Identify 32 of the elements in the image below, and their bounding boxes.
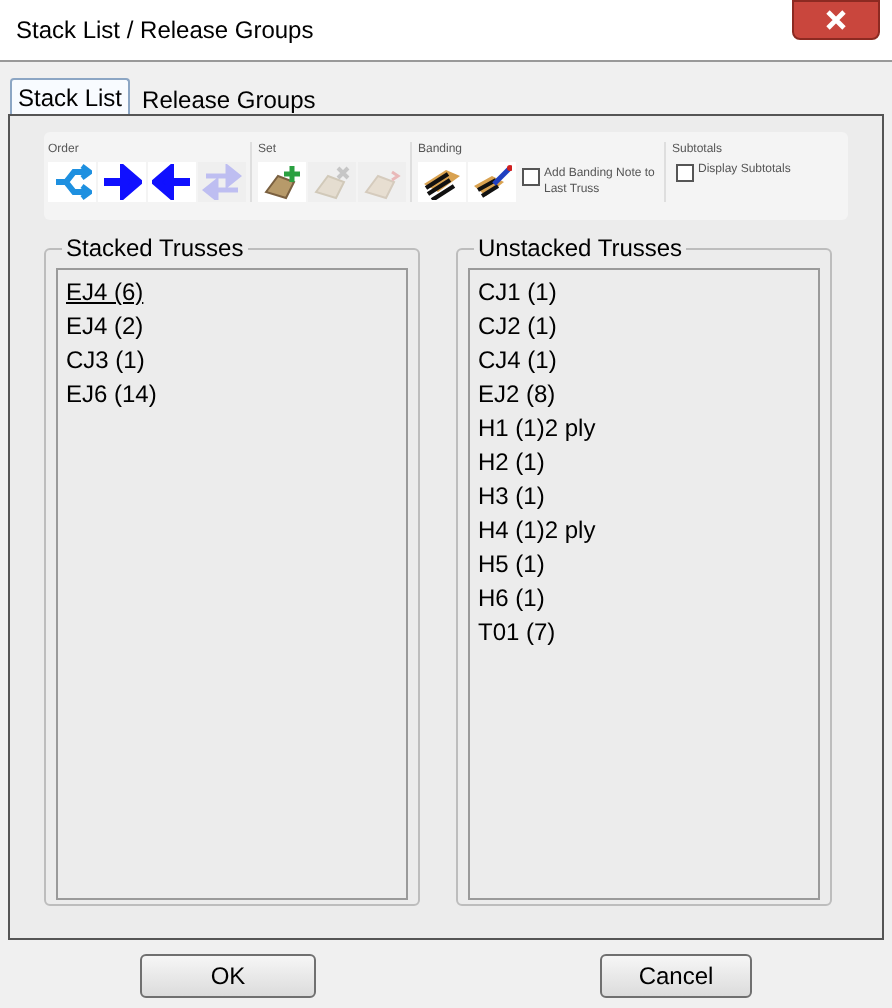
list-item[interactable]: EJ6 (14) (66, 378, 157, 412)
checkbox[interactable] (676, 164, 694, 182)
list-item[interactable]: CJ3 (1) (66, 344, 145, 378)
list-item[interactable]: H3 (1) (478, 480, 545, 514)
tab[interactable]: Stack List (10, 78, 131, 114)
close-button[interactable] (792, 0, 880, 40)
dialog-button[interactable]: OK (140, 954, 316, 998)
dialog-button[interactable]: Cancel (600, 954, 752, 998)
group-title: Stacked Trusses (62, 234, 248, 262)
list-item[interactable]: CJ1 (1) (478, 276, 557, 310)
swap-icon (202, 164, 242, 200)
close-icon (824, 10, 848, 30)
list-item[interactable]: H6 (1) (478, 582, 545, 616)
list-item[interactable]: EJ2 (8) (478, 378, 556, 412)
window-title: Stack List / Release Groups (16, 14, 314, 48)
tool-button[interactable] (98, 162, 146, 202)
list-item[interactable]: CJ4 (1) (478, 344, 557, 378)
list-item[interactable]: H5 (1) (478, 548, 545, 582)
tool-button[interactable] (468, 162, 516, 202)
tab[interactable]: Release Groups (130, 82, 328, 114)
list-item[interactable]: H1 (1)2 ply (478, 412, 596, 446)
group-title: Unstacked Trusses (474, 234, 687, 262)
merge-icon (52, 164, 92, 200)
tool-button[interactable] (418, 162, 466, 202)
list-item[interactable]: T01 (7) (478, 616, 556, 650)
list-item[interactable]: EJ4 (6) (66, 276, 144, 310)
list-item[interactable]: CJ2 (1) (478, 310, 557, 344)
list-item[interactable]: H4 (1)2 ply (478, 514, 596, 548)
checkbox[interactable] (522, 168, 540, 186)
list-item[interactable]: H2 (1) (478, 446, 545, 480)
list-item[interactable]: EJ4 (2) (66, 310, 144, 344)
tool-button[interactable] (148, 162, 196, 202)
